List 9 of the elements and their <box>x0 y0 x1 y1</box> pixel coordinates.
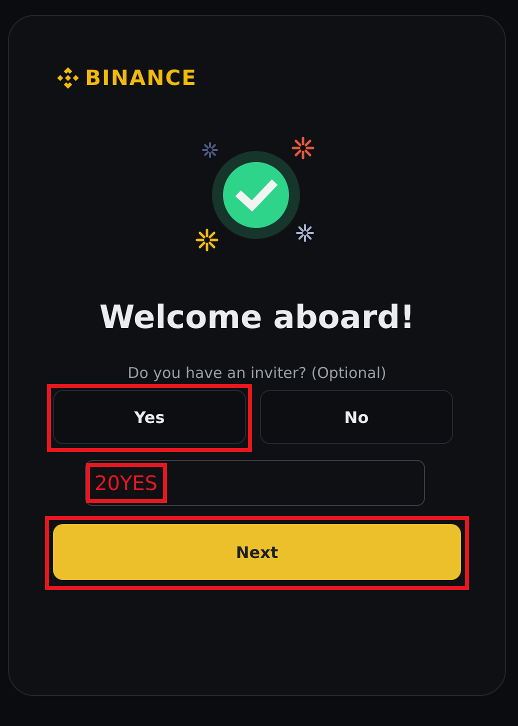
brand-wordmark: BINANCE <box>85 66 197 90</box>
diamond-logo-icon <box>56 66 80 90</box>
inviter-question: Do you have an inviter? (Optional) <box>128 364 386 382</box>
referral-code-value: 20YES <box>86 463 166 503</box>
referral-code-field[interactable]: 20YES <box>84 460 424 506</box>
choice-button[interactable]: Yes <box>53 390 246 444</box>
next-button[interactable]: Next <box>53 524 461 580</box>
welcome-heading: Welcome aboard! <box>99 298 415 336</box>
choice-button[interactable]: No <box>260 390 453 444</box>
